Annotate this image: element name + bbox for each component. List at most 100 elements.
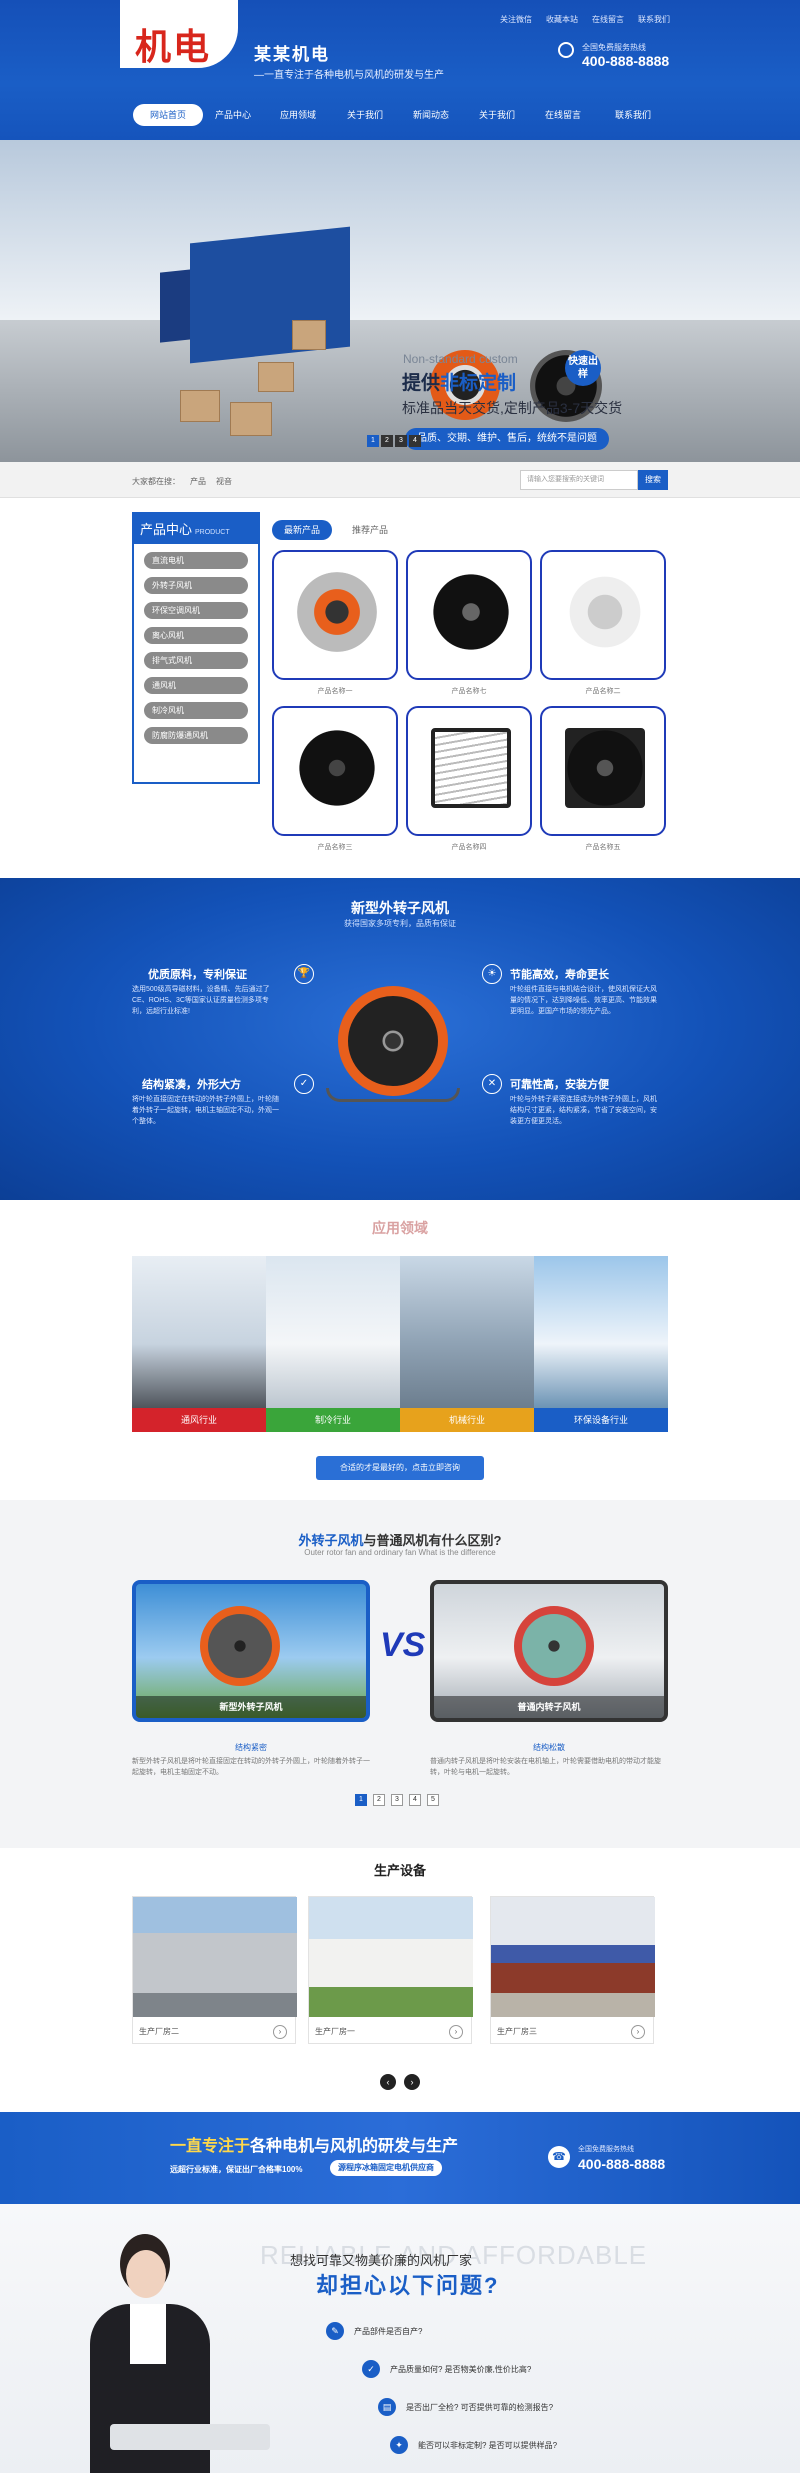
arrow-right-icon[interactable]: › <box>273 2025 287 2039</box>
application-label: 制冷行业 <box>266 1408 400 1432</box>
banner-subtitle: 标准品当天交货,定制产品3-7天交货 <box>402 400 623 416</box>
nav-about-2[interactable]: 关于我们 <box>462 104 532 126</box>
category-item[interactable]: 外转子风机 <box>144 577 248 594</box>
product-name[interactable]: 产品名称四 <box>406 842 532 852</box>
product-card[interactable] <box>272 706 398 836</box>
hero-banner[interactable]: Non-standard custom 提供非标定制 快速出样 标准品当天交货,… <box>0 140 800 462</box>
fan-image <box>200 1606 280 1686</box>
prev-arrow-icon[interactable]: ‹ <box>380 2074 396 2090</box>
equipment-card[interactable]: 生产厂房二 › <box>132 1896 297 2044</box>
product-card[interactable] <box>272 550 398 680</box>
product-name[interactable]: 产品名称七 <box>406 686 532 696</box>
promo-heading: 一直专注于各种电机与风机的研发与生产 <box>170 2138 459 2155</box>
compare-title: 外转子风机与普通风机有什么区别? <box>298 1533 502 1548</box>
search-bar: 大家都在搜： 产品 视音 请输入您要搜索的关键词 搜索 <box>0 462 800 498</box>
nav-news[interactable]: 新闻动态 <box>396 104 466 126</box>
slide-dot[interactable]: 3 <box>395 435 407 447</box>
category-item[interactable]: 制冷风机 <box>144 702 248 719</box>
product-card[interactable] <box>540 550 666 680</box>
compare-head-right: 结构松散 <box>533 1743 565 1752</box>
feature-point-text: 叶轮与外转子紧密连接成为外转子外圆上，风机结构尺寸更紧，结构紧凑，节省了安装空间… <box>510 1096 657 1125</box>
product-card[interactable] <box>406 706 532 836</box>
arrow-right-icon[interactable]: › <box>449 2025 463 2039</box>
product-image <box>565 728 645 808</box>
product-image <box>297 572 377 652</box>
hotline-number: 400-888-8888 <box>578 2156 666 2172</box>
nav-message[interactable]: 在线留言 <box>528 104 598 126</box>
cargo-box <box>180 390 220 422</box>
search-input[interactable]: 请输入您要搜索的关键词 <box>520 470 638 490</box>
concern-item: 产品部件是否自产? <box>354 2327 423 2336</box>
nav-products[interactable]: 产品中心 <box>198 104 268 126</box>
tools-icon: ✕ <box>482 1074 502 1094</box>
nav-applications[interactable]: 应用领域 <box>263 104 333 126</box>
pager-dot[interactable]: 1 <box>355 1794 367 1806</box>
application-card[interactable]: 通风行业 <box>132 1256 266 1432</box>
top-link-contact[interactable]: 联系我们 <box>638 14 670 25</box>
category-item[interactable]: 环保空调风机 <box>144 602 248 619</box>
category-item[interactable]: 通风机 <box>144 677 248 694</box>
banner-sky <box>0 140 800 320</box>
product-card[interactable] <box>406 550 532 680</box>
equipment-card[interactable]: 生产厂房三 › <box>490 1896 655 2044</box>
tab-recommended-products[interactable]: 推荐产品 <box>340 520 400 540</box>
feature-point-title: 优质原料，专利保证 <box>148 969 247 981</box>
banner-pill: 品质、交期、维护、售后，统统不是问题 <box>405 428 609 450</box>
truck-container <box>190 226 350 364</box>
search-button[interactable]: 搜索 <box>638 470 668 490</box>
site-name: 某某机电 <box>254 45 330 64</box>
pager-dot[interactable]: 4 <box>409 1794 421 1806</box>
site-slogan: —一直专注于各种电机与风机的研发与生产 <box>254 70 444 81</box>
product-name[interactable]: 产品名称五 <box>540 842 666 852</box>
category-item[interactable]: 直流电机 <box>144 552 248 569</box>
logo[interactable]: 机电 <box>135 18 211 70</box>
equipment-card[interactable]: 生产厂房一 › <box>308 1896 473 2044</box>
nav-home[interactable]: 网站首页 <box>133 104 203 126</box>
application-image <box>400 1256 534 1432</box>
compare-card-left[interactable]: 新型外转子风机 <box>132 1580 370 1722</box>
product-name[interactable]: 产品名称二 <box>540 686 666 696</box>
pager-dot[interactable]: 5 <box>427 1794 439 1806</box>
hot-keyword[interactable]: 产品 <box>190 476 206 487</box>
category-item[interactable]: 离心风机 <box>144 627 248 644</box>
product-name[interactable]: 产品名称一 <box>272 686 398 696</box>
hotline-number: 400-888-8888 <box>582 53 670 69</box>
feature-point-title: 结构紧凑，外形大方 <box>142 1079 241 1091</box>
compare-text-right: 普通内转子风机是将叶轮安装在电机轴上，叶轮需要借助电机的带动才能旋转，叶轮与电机… <box>430 1758 661 1776</box>
check-icon: ✓ <box>362 2360 380 2378</box>
slide-dot[interactable]: 4 <box>409 435 421 447</box>
category-item[interactable]: 防腐防爆通风机 <box>144 727 248 744</box>
nav-about[interactable]: 关于我们 <box>330 104 400 126</box>
concern-item: 产品质量如何? 是否物美价廉,性价比高? <box>390 2365 532 2374</box>
compare-text-left: 新型外转子风机是将叶轮直接固定在转动的外转子外圆上，叶轮随着外转子一起旋转，电机… <box>132 1758 370 1776</box>
shield-check-icon: ✓ <box>294 1074 314 1094</box>
consult-button[interactable]: 合适的才是最好的，点击立即咨询 <box>316 1456 484 1480</box>
application-card[interactable]: 制冷行业 <box>266 1256 400 1432</box>
product-card[interactable] <box>540 706 666 836</box>
concerns-title: 却担心以下问题? <box>316 2273 500 2298</box>
next-arrow-icon[interactable]: › <box>404 2074 420 2090</box>
equipment-image <box>491 1897 655 2017</box>
compare-caption: 新型外转子风机 <box>136 1696 366 1718</box>
nav-contact[interactable]: 联系我们 <box>598 104 668 126</box>
compare-card-right[interactable]: 普通内转子风机 <box>430 1580 668 1722</box>
pager-dot[interactable]: 3 <box>391 1794 403 1806</box>
hot-keywords: 大家都在搜： 产品 视音 <box>132 476 232 487</box>
top-link-wechat[interactable]: 关注微信 <box>500 14 532 25</box>
slide-dot[interactable]: 1 <box>367 435 379 447</box>
application-card[interactable]: 机械行业 <box>400 1256 534 1432</box>
concerns-section: RELIABLE AND AFFORDABLE 想找可靠又物美价廉的风机厂家 却… <box>0 2204 800 2473</box>
arrow-right-icon[interactable]: › <box>631 2025 645 2039</box>
hot-keyword[interactable]: 视音 <box>216 476 232 487</box>
category-panel-title: 产品中心 PRODUCT <box>134 514 258 544</box>
application-label: 环保设备行业 <box>534 1408 668 1432</box>
category-item[interactable]: 排气式风机 <box>144 652 248 669</box>
pager-dot[interactable]: 2 <box>373 1794 385 1806</box>
application-card[interactable]: 环保设备行业 <box>534 1256 668 1432</box>
hotline-label: 全国免费服务热线 <box>582 43 646 52</box>
top-link-message[interactable]: 在线留言 <box>592 14 624 25</box>
slide-dot[interactable]: 2 <box>381 435 393 447</box>
tab-latest-products[interactable]: 最新产品 <box>272 520 333 540</box>
product-name[interactable]: 产品名称三 <box>272 842 398 852</box>
top-link-favorite[interactable]: 收藏本站 <box>546 14 578 25</box>
